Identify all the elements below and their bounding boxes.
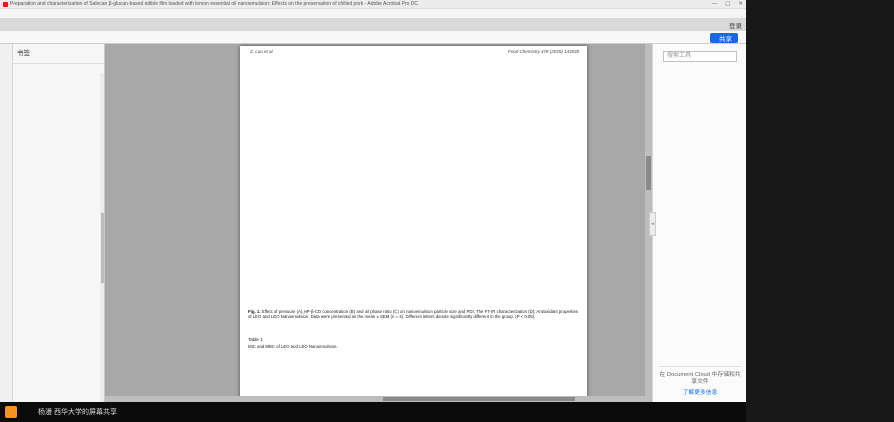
share-button-label: 共享 [719,33,732,43]
figure-panel-d [398,57,580,220]
window-controls: — ▢ ✕ [712,1,743,8]
maximize-button[interactable]: ▢ [725,1,730,8]
figure-panel-b [248,142,394,227]
screen-share-text: 杨漫 西华大学的屏幕共享 [38,407,117,417]
title-bar: Preparation and characterization of Sale… [0,0,746,9]
main-toolbar: 共享 [0,31,746,44]
left-rail [0,44,13,402]
document-cloud-note: 在 Document Cloud 中存储和共享文件 [659,366,741,386]
scrollbar-thumb[interactable] [101,213,104,283]
tools-search-input[interactable]: 搜索工具 [663,51,737,62]
minimize-button[interactable]: — [712,1,718,8]
scrollbar-thumb[interactable] [646,156,651,190]
bookmarks-header: 书签 [13,44,104,58]
figure-caption: Fig. 1. Effect of pressure (A),HP-β-CD c… [248,309,578,320]
bookmarks-toolbar [13,58,104,64]
figure-panel-e [398,222,538,311]
bookmarks-scrollbar[interactable] [100,73,104,402]
host-badge-icon [5,406,17,418]
figure-panel-a [248,57,394,142]
learn-more-link[interactable]: 了解更多信息 [653,387,747,396]
caption-text: Effect of pressure (A),HP-β-CD concentra… [248,309,578,319]
table-title: MIC and MBC of LEO and LEO Nanoemulsion. [248,344,338,349]
close-button[interactable]: ✕ [738,1,743,8]
share-button[interactable]: 共享 [710,33,738,43]
acrobat-window: Preparation and characterization of Sale… [0,0,746,422]
caption-label: Fig. 1. [248,309,260,314]
figure-panel-c [248,227,394,311]
screen: Preparation and characterization of Sale… [0,0,894,422]
document-area: Z. Luo et al. Food Chemistry 478 (2025) … [105,44,652,402]
acrobat-app-icon [3,2,8,7]
page-header-journal: Food Chemistry 478 (2025) 143538 [508,49,579,54]
pdf-page: Z. Luo et al. Food Chemistry 478 (2025) … [240,46,587,402]
bookmarks-panel: 书签 [13,44,105,402]
menu-bar [0,9,746,18]
panel-collapse-button[interactable]: ◂ [649,212,656,236]
tools-panel: ◂ 搜索工具 在 Document Cloud 中存储和共享文件 了解更多信息 [652,44,746,402]
tabbar-right: 登录 [717,20,742,30]
screen-share-bar: 杨漫 西华大学的屏幕共享 [0,402,746,422]
window-title: Preparation and characterization of Sale… [10,1,418,7]
login-button[interactable]: 登录 [729,20,742,30]
bookmarks-title: 书签 [17,47,30,57]
meeting-panel [746,0,894,422]
page-header-authors: Z. Luo et al. [250,49,274,54]
table-label: Table 1 [248,337,263,342]
tab-bar: 登录 [0,18,746,31]
scrollbar-thumb[interactable] [383,397,575,401]
bookmarks-list [13,73,100,402]
